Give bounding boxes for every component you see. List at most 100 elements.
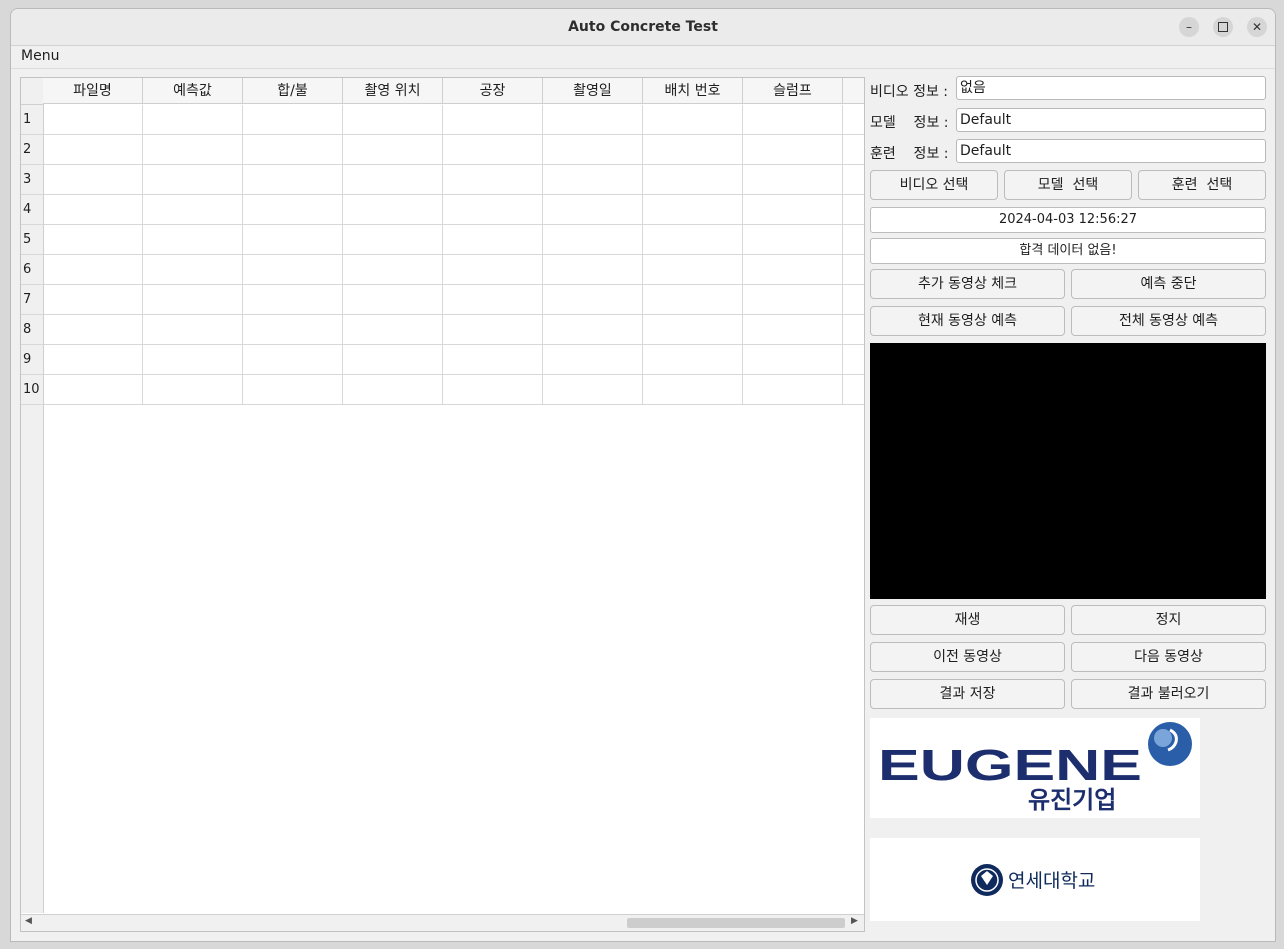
table-cell[interactable]	[643, 285, 743, 315]
table-cell[interactable]	[543, 375, 643, 405]
table-cell[interactable]	[843, 225, 864, 255]
table-cell[interactable]	[343, 105, 443, 135]
table-cell[interactable]	[243, 105, 343, 135]
table-cell[interactable]	[643, 315, 743, 345]
table-cell[interactable]	[143, 105, 243, 135]
select-train-button[interactable]: 훈련 선택	[1138, 170, 1266, 200]
table-cell[interactable]	[643, 195, 743, 225]
table-cell[interactable]	[343, 225, 443, 255]
train-info-field[interactable]: Default	[956, 139, 1266, 163]
table-cell[interactable]	[443, 285, 543, 315]
column-header-pass-fail[interactable]: 합/불	[243, 78, 343, 104]
table-cell[interactable]	[43, 375, 143, 405]
table-cell[interactable]	[443, 255, 543, 285]
table-cell[interactable]	[143, 345, 243, 375]
scroll-right-icon[interactable]: ▶	[851, 916, 858, 926]
row-header[interactable]: 3	[21, 165, 43, 195]
table-cell[interactable]	[443, 225, 543, 255]
table-cell[interactable]	[443, 345, 543, 375]
column-header-batch[interactable]: 배치 번호	[643, 78, 743, 104]
table-cell[interactable]	[843, 375, 864, 405]
table-cell[interactable]	[43, 105, 143, 135]
table-cell[interactable]	[343, 345, 443, 375]
table-cell[interactable]	[443, 315, 543, 345]
table-cell[interactable]	[43, 255, 143, 285]
table-cell[interactable]	[843, 315, 864, 345]
table-cell[interactable]	[143, 135, 243, 165]
row-header[interactable]: 5	[21, 225, 43, 255]
predict-current-button[interactable]: 현재 동영상 예측	[870, 306, 1065, 336]
predict-all-button[interactable]: 전체 동영상 예측	[1071, 306, 1266, 336]
table-cell[interactable]	[443, 135, 543, 165]
table-cell[interactable]	[543, 225, 643, 255]
row-header[interactable]: 9	[21, 345, 43, 375]
table-cell[interactable]	[243, 375, 343, 405]
table-cell[interactable]	[343, 165, 443, 195]
scrollbar-thumb[interactable]	[627, 918, 845, 928]
column-header-prediction[interactable]: 예측값	[143, 78, 243, 104]
load-result-button[interactable]: 결과 불러오기	[1071, 679, 1266, 709]
table-cell[interactable]	[43, 285, 143, 315]
table-cell[interactable]	[343, 315, 443, 345]
row-header[interactable]: 10	[21, 375, 43, 405]
table-cell[interactable]	[343, 285, 443, 315]
table-cell[interactable]	[743, 315, 843, 345]
minimize-icon[interactable]: –	[1179, 17, 1199, 37]
table-cell[interactable]	[43, 165, 143, 195]
table-cell[interactable]	[743, 255, 843, 285]
table-cell[interactable]	[543, 165, 643, 195]
table-cell[interactable]	[243, 225, 343, 255]
table-cell[interactable]	[543, 285, 643, 315]
table-cell[interactable]	[643, 135, 743, 165]
check-more-videos-button[interactable]: 추가 동영상 체크	[870, 269, 1065, 299]
table-cell[interactable]	[843, 345, 864, 375]
table-cell[interactable]	[543, 255, 643, 285]
table-cell[interactable]	[543, 315, 643, 345]
table-cell[interactable]	[43, 345, 143, 375]
results-table[interactable]: 파일명 예측값 합/불 촬영 위치 공장 촬영일 배치 번호 슬럼프 12345…	[20, 77, 865, 932]
table-cell[interactable]	[143, 315, 243, 345]
table-cell[interactable]	[43, 135, 143, 165]
next-video-button[interactable]: 다음 동영상	[1071, 642, 1266, 672]
table-cell[interactable]	[743, 225, 843, 255]
table-cell[interactable]	[43, 195, 143, 225]
table-cell[interactable]	[643, 345, 743, 375]
table-cell[interactable]	[443, 195, 543, 225]
table-cell[interactable]	[343, 375, 443, 405]
table-cell[interactable]	[43, 315, 143, 345]
column-header-date[interactable]: 촬영일	[543, 78, 643, 104]
table-cell[interactable]	[243, 135, 343, 165]
column-header-factory[interactable]: 공장	[443, 78, 543, 104]
table-cell[interactable]	[743, 375, 843, 405]
table-cell[interactable]	[43, 225, 143, 255]
table-cell[interactable]	[643, 255, 743, 285]
stop-prediction-button[interactable]: 예측 중단	[1071, 269, 1266, 299]
table-cell[interactable]	[443, 165, 543, 195]
table-cell[interactable]	[143, 375, 243, 405]
table-cell[interactable]	[143, 255, 243, 285]
table-cell[interactable]	[843, 135, 864, 165]
row-header[interactable]: 4	[21, 195, 43, 225]
table-cell[interactable]	[143, 195, 243, 225]
table-cell[interactable]	[443, 375, 543, 405]
table-cell[interactable]	[843, 285, 864, 315]
select-model-button[interactable]: 모델 선택	[1004, 170, 1132, 200]
stop-button[interactable]: 정지	[1071, 605, 1266, 635]
table-cell[interactable]	[343, 255, 443, 285]
table-cell[interactable]	[243, 315, 343, 345]
table-cell[interactable]	[743, 165, 843, 195]
video-info-field[interactable]: 없음	[956, 76, 1266, 100]
prev-video-button[interactable]: 이전 동영상	[870, 642, 1065, 672]
table-cell[interactable]	[643, 165, 743, 195]
table-cell[interactable]	[743, 345, 843, 375]
row-header[interactable]: 6	[21, 255, 43, 285]
horizontal-scrollbar[interactable]: ◀ ▶	[21, 914, 864, 931]
column-header-filename[interactable]: 파일명	[43, 78, 143, 104]
table-cell[interactable]	[243, 165, 343, 195]
table-cell[interactable]	[843, 165, 864, 195]
table-cell[interactable]	[143, 225, 243, 255]
table-cell[interactable]	[743, 285, 843, 315]
row-header[interactable]: 1	[21, 105, 43, 135]
column-header-slump[interactable]: 슬럼프	[743, 78, 843, 104]
table-cell[interactable]	[543, 105, 643, 135]
